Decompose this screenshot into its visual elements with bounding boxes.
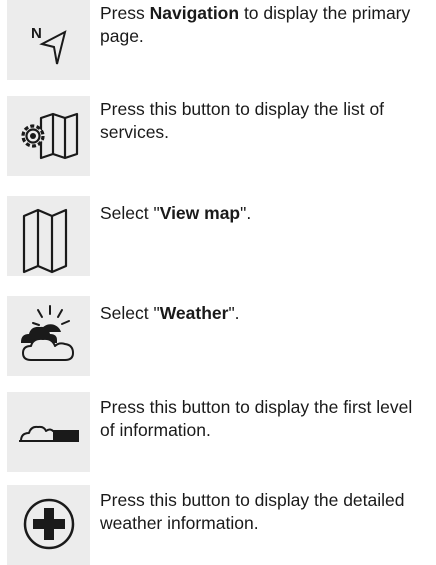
plus-circle-icon-box xyxy=(7,485,90,565)
text-part: ". xyxy=(228,303,240,323)
weather-icon-box xyxy=(7,296,90,376)
text-part: Press this button to display the detaile… xyxy=(100,490,405,533)
text-part: Select " xyxy=(100,303,160,323)
step-weather-text: Select "Weather". xyxy=(100,302,430,325)
map-icon xyxy=(22,208,68,274)
text-part: Press this button to display the first l… xyxy=(100,397,413,440)
map-icon-box xyxy=(7,196,90,276)
navigation-icon-box: N xyxy=(7,0,90,80)
plus-circle-icon xyxy=(23,498,75,550)
services-icon-box xyxy=(7,96,90,176)
navigation-label: Navigation xyxy=(149,3,240,23)
north-letter: N xyxy=(31,25,42,42)
step-services-text: Press this button to display the list of… xyxy=(100,98,430,144)
weather-level-icon-box xyxy=(7,392,90,472)
weather-level-icon xyxy=(19,425,79,442)
text-part: Press xyxy=(100,3,150,23)
weather-icon xyxy=(21,305,74,361)
text-part: ". xyxy=(240,203,252,223)
weather-label: Weather xyxy=(159,303,229,323)
services-map-icon xyxy=(21,112,79,160)
step-view-map-text: Select "View map". xyxy=(100,202,430,225)
step-detailed-weather-text: Press this button to display the detaile… xyxy=(100,489,430,535)
text-part: Press this button to display the list of… xyxy=(100,99,385,142)
step-first-level-text: Press this button to display the first l… xyxy=(100,396,430,442)
step-navigation-text: Press Navigation to display the primary … xyxy=(100,2,430,48)
view-map-label: View map xyxy=(159,203,241,223)
text-part: Select " xyxy=(100,203,160,223)
navigation-icon: N xyxy=(31,25,67,65)
